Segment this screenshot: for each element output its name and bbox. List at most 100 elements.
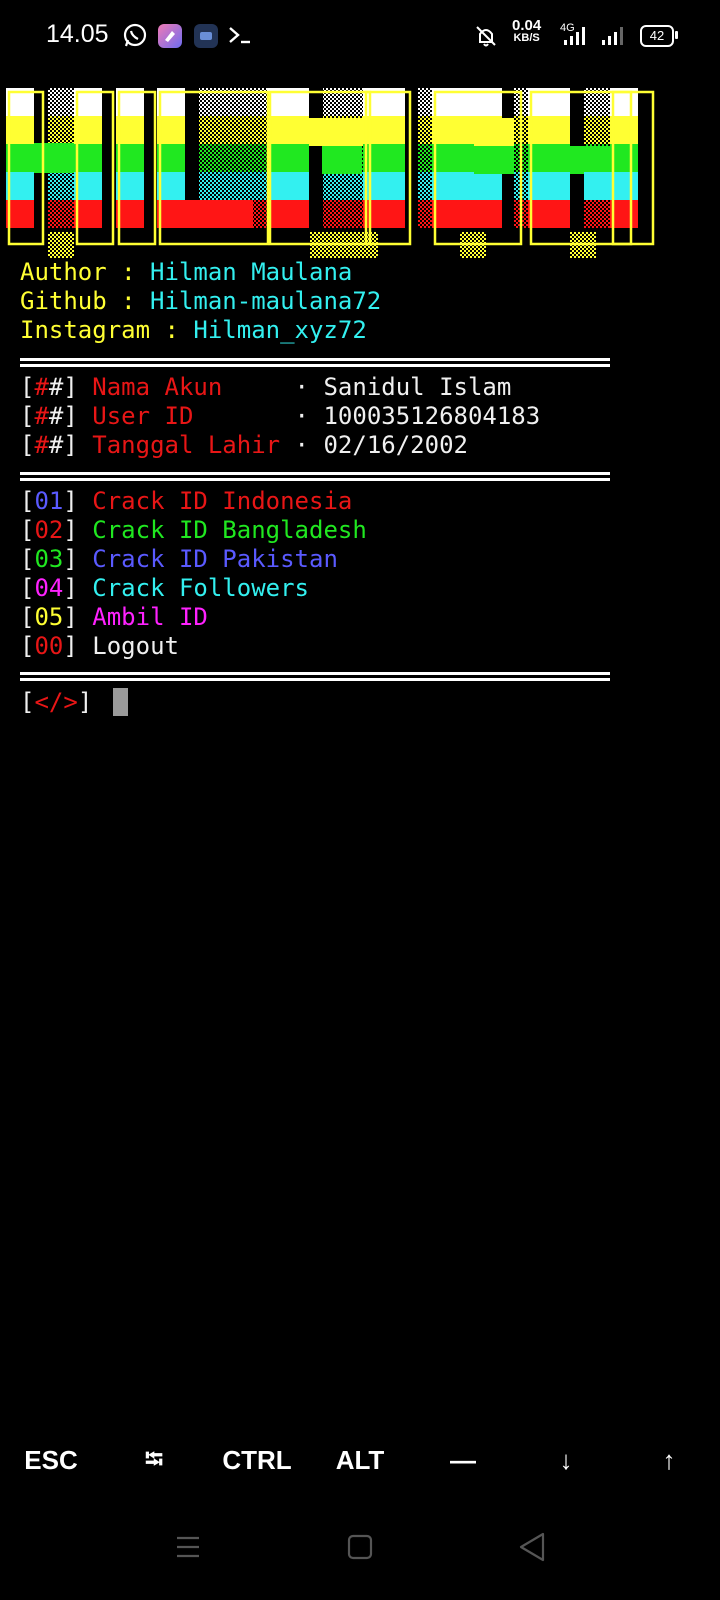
banner-shade bbox=[48, 116, 74, 144]
banner-shade bbox=[418, 200, 432, 228]
banner-shade bbox=[48, 172, 74, 200]
account-row: [##] User ID · 100035126804183 bbox=[20, 402, 541, 430]
arrow-up-key[interactable]: ↑ bbox=[618, 1430, 720, 1490]
github-line: Github : Hilman-maulana72 bbox=[20, 287, 381, 316]
github-value: Hilman-maulana72 bbox=[150, 287, 382, 315]
banner-shade bbox=[48, 232, 74, 258]
status-time: 14.05 bbox=[46, 20, 109, 48]
menu-number: 00 bbox=[34, 632, 64, 660]
banner-shade bbox=[570, 232, 596, 258]
account-value: 100035126804183 bbox=[323, 402, 541, 430]
prompt-symbol: </> bbox=[34, 688, 78, 716]
menu-number: 02 bbox=[34, 516, 64, 544]
banner-block bbox=[432, 200, 502, 228]
app-icon-purple bbox=[158, 24, 182, 48]
banner-block bbox=[267, 116, 309, 144]
command-prompt[interactable]: [</>] bbox=[20, 688, 128, 717]
tab-key[interactable]: ⭾ bbox=[103, 1430, 205, 1490]
banner-block bbox=[267, 172, 309, 200]
banner-shade bbox=[323, 172, 363, 200]
account-label: Nama Akun bbox=[92, 373, 281, 401]
menu-label: Logout bbox=[92, 632, 179, 660]
banner-shade bbox=[323, 200, 363, 228]
banner-shade bbox=[418, 172, 432, 200]
arrow-down-key[interactable]: ↓ bbox=[515, 1430, 617, 1490]
account-row: [##] Tanggal Lahir · 02/16/2002 bbox=[20, 431, 468, 459]
github-label: Github : bbox=[20, 287, 151, 315]
account-value: 02/16/2002 bbox=[323, 431, 468, 459]
menu-label: Ambil ID bbox=[92, 603, 208, 631]
instagram-line: Instagram : Hilman_xyz72 bbox=[20, 316, 367, 345]
status-bar: 14.05 0.04 KB/S 4G 42 bbox=[0, 0, 720, 72]
banner-art bbox=[6, 88, 655, 258]
account-label: User ID bbox=[92, 402, 281, 430]
banner-shade bbox=[584, 116, 610, 144]
dash-key[interactable]: — bbox=[412, 1430, 514, 1490]
banner-shade bbox=[199, 144, 267, 172]
menu-label: Crack ID Pakistan bbox=[92, 545, 338, 573]
banner-block bbox=[528, 200, 570, 228]
menu-number: 01 bbox=[34, 487, 64, 515]
banner-shade bbox=[418, 144, 432, 172]
battery-icon: 42 bbox=[640, 25, 674, 47]
banner-block bbox=[267, 144, 309, 172]
text-cursor[interactable] bbox=[112, 688, 128, 716]
menu-number: 05 bbox=[34, 603, 64, 631]
network-speed: 0.04 KB/S bbox=[512, 17, 542, 44]
banner-block bbox=[157, 200, 253, 228]
menu-label: Crack Followers bbox=[92, 574, 310, 602]
menu-number: 04 bbox=[34, 574, 64, 602]
banner-block bbox=[267, 200, 309, 228]
banner-shade bbox=[48, 88, 74, 116]
terminal-icon bbox=[228, 24, 252, 50]
separator bbox=[20, 472, 610, 481]
banner-block bbox=[528, 172, 570, 200]
menu-label: Crack ID Indonesia bbox=[92, 487, 353, 515]
instagram-label: Instagram : bbox=[20, 316, 194, 344]
banner-logo bbox=[6, 88, 666, 263]
menu-item[interactable]: [00] Logout bbox=[20, 632, 179, 661]
separator bbox=[20, 672, 610, 681]
banner-shade bbox=[199, 116, 267, 144]
menu-item[interactable]: [01] Crack ID Indonesia bbox=[20, 487, 352, 516]
navigation-bar bbox=[0, 1500, 720, 1600]
banner-block bbox=[432, 172, 502, 200]
alt-key[interactable]: ALT bbox=[309, 1430, 411, 1490]
banner-block bbox=[34, 143, 74, 173]
banner-block bbox=[474, 118, 514, 146]
back-icon[interactable] bbox=[502, 1522, 562, 1572]
banner-block bbox=[570, 146, 610, 174]
banner-block bbox=[322, 146, 362, 174]
banner-shade bbox=[418, 116, 432, 144]
author-value: Hilman Maulana bbox=[150, 258, 353, 286]
author-line: Author : Hilman Maulana bbox=[20, 258, 352, 287]
account-row: [##] Nama Akun · Sanidul Islam bbox=[20, 373, 512, 401]
menu-item[interactable]: [03] Crack ID Pakistan bbox=[20, 545, 338, 574]
ctrl-key[interactable]: CTRL bbox=[206, 1430, 308, 1490]
banner-shade bbox=[310, 232, 378, 258]
banner-shade bbox=[418, 88, 432, 116]
menu-item[interactable]: [04] Crack Followers bbox=[20, 574, 309, 603]
esc-key[interactable]: ESC bbox=[0, 1430, 102, 1490]
menu-icon[interactable] bbox=[158, 1522, 218, 1572]
menu-label: Crack ID Bangladesh bbox=[92, 516, 367, 544]
mute-icon bbox=[472, 24, 500, 52]
signal-icon-2 bbox=[600, 26, 624, 50]
banner-shade bbox=[199, 172, 267, 200]
banner-shade bbox=[584, 200, 610, 228]
banner-block bbox=[528, 144, 570, 172]
account-value: Sanidul Islam bbox=[323, 373, 512, 401]
app-icon-dark bbox=[194, 24, 218, 48]
banner-shade bbox=[48, 200, 74, 228]
extra-keys-row: ESC ⭾ CTRL ALT — ↓ ↑ bbox=[0, 1430, 720, 1490]
author-label: Author : bbox=[20, 258, 151, 286]
menu-item[interactable]: [02] Crack ID Bangladesh bbox=[20, 516, 367, 545]
signal-icon bbox=[562, 26, 586, 50]
menu-number: 03 bbox=[34, 545, 64, 573]
banner-shade bbox=[460, 232, 486, 258]
menu-item[interactable]: [05] Ambil ID bbox=[20, 603, 208, 632]
account-label: Tanggal Lahir bbox=[92, 431, 281, 459]
banner-block bbox=[309, 118, 363, 146]
whatsapp-icon bbox=[122, 22, 148, 52]
home-icon[interactable] bbox=[330, 1522, 390, 1572]
